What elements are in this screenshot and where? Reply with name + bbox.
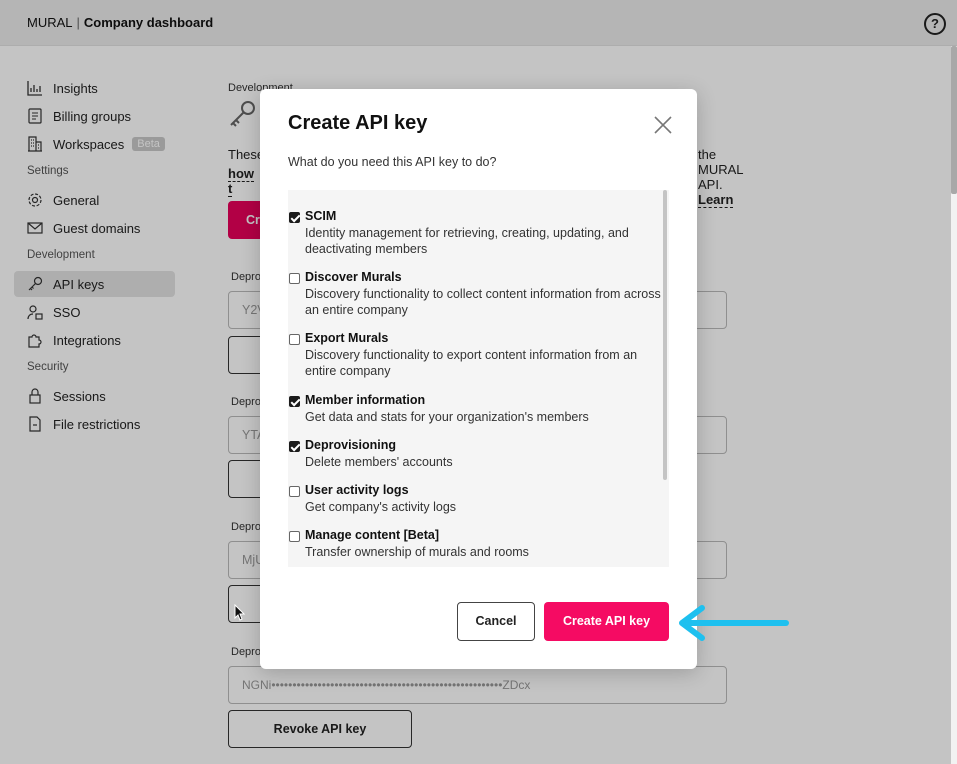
- option-description: Discovery functionality to collect conte…: [305, 287, 661, 317]
- option-name: Export Murals: [305, 331, 389, 345]
- cancel-button[interactable]: Cancel: [457, 602, 535, 641]
- create-api-key-button[interactable]: Create API key: [544, 602, 669, 641]
- checkbox[interactable]: [289, 334, 300, 345]
- option-name: Deprovisioning: [305, 438, 396, 452]
- option-name: User activity logs: [305, 483, 409, 497]
- dialog-subtitle: What do you need this API key to do?: [288, 155, 497, 169]
- close-icon[interactable]: [653, 115, 673, 135]
- checkbox[interactable]: [289, 531, 300, 542]
- mouse-cursor-icon: [234, 604, 246, 621]
- scope-list: SCIM Identity management for retrieving,…: [288, 190, 669, 567]
- option-name: Discover Murals: [305, 270, 402, 284]
- scope-list-scrollbar[interactable]: [663, 190, 667, 480]
- option-name: SCIM: [305, 209, 337, 223]
- dialog-title: Create API key: [288, 112, 428, 134]
- checkbox-checked[interactable]: [289, 441, 300, 452]
- option-description: Get company's activity logs: [305, 500, 457, 514]
- annotation-arrow-icon: [679, 605, 789, 641]
- page-scrollbar-thumb[interactable]: [951, 46, 957, 194]
- option-description: Identity management for retrieving, crea…: [305, 226, 629, 256]
- checkbox[interactable]: [289, 273, 300, 284]
- option-description: Discovery functionality to export conten…: [305, 348, 638, 378]
- option-description: Transfer ownership of murals and rooms: [305, 545, 529, 559]
- checkbox-checked[interactable]: [289, 396, 300, 407]
- option-description: Delete members' accounts: [305, 455, 453, 469]
- checkbox[interactable]: [289, 486, 300, 497]
- option-name: Manage content [Beta]: [305, 528, 440, 542]
- create-api-key-dialog: Create API key What do you need this API…: [260, 89, 697, 669]
- checkbox-checked[interactable]: [289, 212, 300, 223]
- option-name: Member information: [305, 393, 426, 407]
- option-description: Get data and stats for your organization…: [305, 410, 589, 424]
